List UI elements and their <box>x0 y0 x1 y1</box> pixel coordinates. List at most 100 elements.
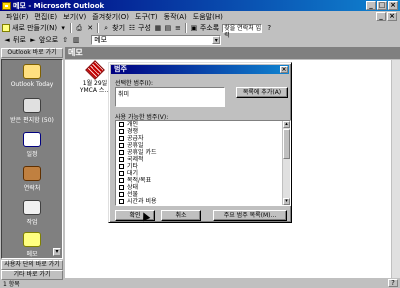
menu-help[interactable]: 도움말(H) <box>190 12 226 22</box>
back-button[interactable]: ◄ 뒤로 <box>3 35 26 45</box>
shortcut-inbox[interactable]: 받은 편지함 (50) <box>2 98 62 124</box>
help-icon[interactable]: ? <box>265 24 273 32</box>
toolbar-divider <box>97 23 100 33</box>
item-categories-field[interactable]: 취미 <box>115 87 225 107</box>
address-book-button[interactable]: ▣ 주소록 <box>190 23 220 33</box>
maximize-button[interactable]: □ <box>377 1 387 10</box>
chevron-down-icon[interactable]: ▾ <box>212 36 221 44</box>
view-button[interactable]: ▦ ▤ ≡ <box>154 24 182 32</box>
category-row[interactable]: 국제적 <box>116 156 290 163</box>
forward-button[interactable]: ► 앞으로 <box>29 35 58 45</box>
calendar-icon <box>23 132 41 147</box>
menu-file[interactable]: 파일(F) <box>3 12 31 22</box>
list-scrollbar[interactable]: ▴ ▾ <box>282 121 290 205</box>
category-checkbox[interactable] <box>119 171 124 176</box>
category-row[interactable]: 공휴일 <box>116 142 290 149</box>
window-title: 메모 - Microsoft Outlook <box>13 1 105 10</box>
folder-banner: 메모 <box>65 47 400 59</box>
status-text: 1 항목 <box>3 280 20 288</box>
category-row[interactable]: 개인 <box>116 121 290 128</box>
scroll-thumb[interactable] <box>283 129 290 159</box>
find-button[interactable]: ⌕ 찾기 <box>102 23 125 33</box>
category-checkbox[interactable] <box>119 129 124 134</box>
category-row[interactable]: 경쟁 <box>116 128 290 135</box>
delete-icon[interactable]: ✕ <box>86 24 94 32</box>
group-my-shortcuts[interactable]: 사용자 단의 바로 가기 <box>1 260 63 270</box>
help-icon[interactable]: ? <box>388 279 398 287</box>
category-row[interactable]: 대기 <box>116 170 290 177</box>
category-row[interactable]: 선물 <box>116 191 290 198</box>
add-to-list-button[interactable]: 목록에 추가(A) <box>236 87 288 98</box>
category-row[interactable]: 시간과 비용 <box>116 198 290 205</box>
cancel-button[interactable]: 취소 <box>161 210 201 221</box>
dialog-close-button[interactable]: × <box>280 66 288 73</box>
category-row[interactable]: 공급자 <box>116 135 290 142</box>
scroll-up-button[interactable]: ▴ <box>283 121 290 128</box>
toolbar-divider <box>184 23 187 33</box>
categories-dialog: 범주 × 선택한 범주(I): 취미 목록에 추가(A) 사용 가능한 범주(V… <box>108 62 292 223</box>
category-label: 국제적 <box>127 155 144 163</box>
category-checkbox[interactable] <box>119 136 124 141</box>
organize-label: 구성 <box>138 24 151 32</box>
category-checkbox[interactable] <box>119 150 124 155</box>
shortcut-tasks[interactable]: 작업 <box>2 200 62 226</box>
list-icon: ≡ <box>174 24 181 32</box>
new-button-label: 새로 만들기(N) <box>12 24 58 32</box>
category-row[interactable]: 기타 <box>116 163 290 170</box>
menu-favorites[interactable]: 즐겨찾기(O) <box>89 12 132 22</box>
category-checkbox[interactable] <box>119 122 124 127</box>
menu-tools[interactable]: 도구(T) <box>132 12 161 22</box>
folder-list-icon[interactable]: ▥ <box>72 36 80 44</box>
address-field[interactable]: 메모 ▾ <box>91 35 222 45</box>
back-arrow-icon: ◄ <box>4 36 10 44</box>
shortcut-calendar[interactable]: 일정 <box>2 132 62 158</box>
category-checkbox[interactable] <box>119 157 124 162</box>
category-row[interactable]: 공휴일 카드 <box>116 149 290 156</box>
menu-actions[interactable]: 동작(A) <box>161 12 190 22</box>
outlook-shortcuts-header[interactable]: Outlook 바로 가기 <box>1 48 63 58</box>
find-contact-input[interactable]: 찾을 연락처 입력 <box>222 23 263 39</box>
master-category-list-button[interactable]: 주요 범주 목록(M)... <box>213 210 287 221</box>
small-icons-icon: ▤ <box>164 24 172 32</box>
category-checkbox[interactable] <box>119 185 124 190</box>
shortcut-contacts[interactable]: 연락처 <box>2 166 62 192</box>
category-checkbox[interactable] <box>119 192 124 197</box>
menu-view[interactable]: 보기(V) <box>60 12 89 22</box>
shortcut-list: Outlook Today 받은 편지함 (50) 일정 연락처 작업 메모 ▾ <box>1 59 63 259</box>
outlook-bar: Outlook 바로 가기 Outlook Today 받은 편지함 (50) … <box>0 47 64 280</box>
vertical-scrollbar[interactable] <box>391 60 400 278</box>
category-checkbox[interactable] <box>119 199 124 204</box>
large-icons-icon: ▦ <box>154 24 162 32</box>
doc-minimize-button[interactable]: _ <box>376 12 386 21</box>
category-checkbox[interactable] <box>119 164 124 169</box>
address-value: 메모 <box>94 36 108 44</box>
outlook-app-icon[interactable] <box>2 1 11 10</box>
contacts-icon <box>23 166 41 181</box>
close-button[interactable]: × <box>388 1 398 10</box>
organize-icon: ☷ <box>128 24 136 32</box>
organize-button[interactable]: ☷ 구성 <box>128 23 151 33</box>
category-label: 시간과 비용 <box>127 197 157 205</box>
minimize-button[interactable]: _ <box>366 1 376 10</box>
note-icon <box>85 60 105 80</box>
categories-list[interactable]: 개인 경쟁 공급자 공휴일 공휴일 카드 국제적 기타 대기 목적/목표 상태 선물 시간과 비용 ▴… <box>115 120 291 206</box>
find-icon: ⌕ <box>104 24 109 32</box>
category-row[interactable]: 목적/목표 <box>116 177 290 184</box>
dialog-title: 범주 <box>114 65 127 73</box>
menu-edit[interactable]: 편집(E) <box>31 12 60 22</box>
menu-bar: 파일(F) 편집(E) 보기(V) 즐겨찾기(O) 도구(T) 동작(A) 도움… <box>0 11 400 22</box>
up-folder-icon[interactable]: ⇧ <box>61 36 69 44</box>
scroll-down-button[interactable]: ▾ <box>53 248 61 256</box>
category-row[interactable]: 상태 <box>116 184 290 191</box>
chevron-down-icon: ▾ <box>61 24 65 32</box>
print-icon[interactable]: ⎙ <box>75 24 83 32</box>
category-checkbox[interactable] <box>119 143 124 148</box>
outlook-today-icon <box>23 64 41 79</box>
find-label: 찾기 <box>112 24 126 32</box>
shortcut-outlook-today[interactable]: Outlook Today <box>2 64 62 88</box>
new-button[interactable]: 새로 만들기(N) ▾ <box>2 23 67 33</box>
category-label: 공급자 <box>127 134 144 142</box>
scroll-down-button[interactable]: ▾ <box>283 198 290 205</box>
doc-close-button[interactable]: × <box>387 12 397 21</box>
category-checkbox[interactable] <box>119 178 124 183</box>
